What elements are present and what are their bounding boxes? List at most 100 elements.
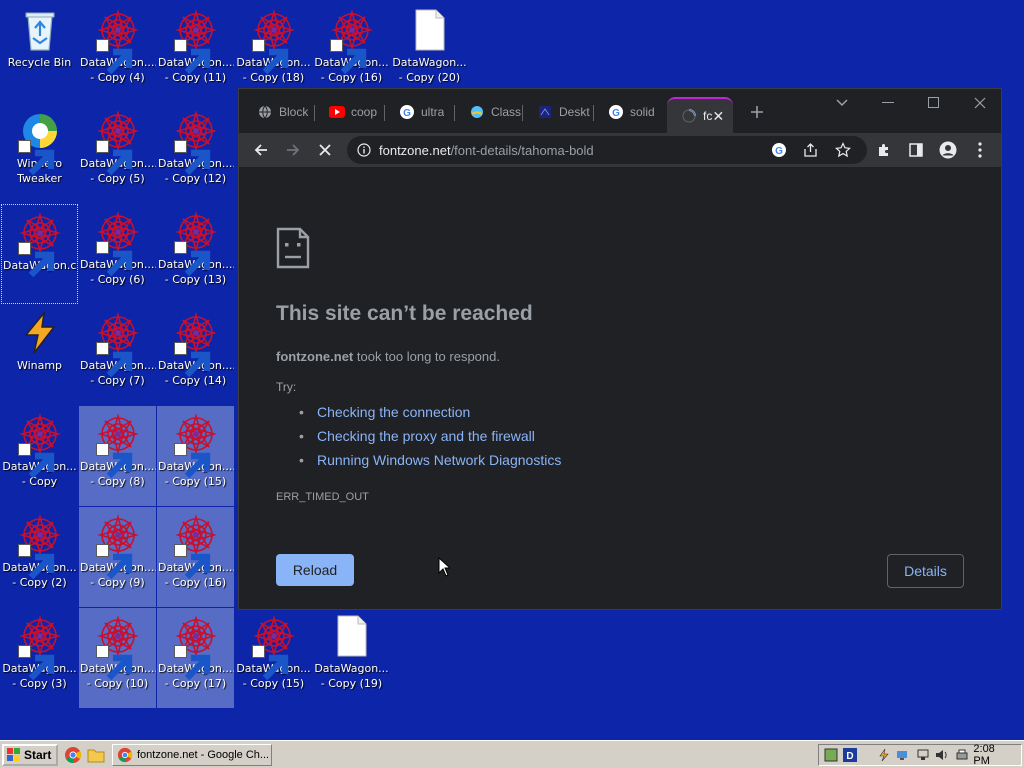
desktop-icon-datawagon-copy-6[interactable]: DataWagon.... - Copy (6) — [79, 204, 156, 304]
tab-title: Class — [491, 105, 521, 119]
datawagon-icon — [173, 614, 218, 681]
desktop-icon-datawagon-copy-3[interactable]: DataWagon... - Copy (3) — [1, 608, 78, 708]
new-tab-button[interactable] — [743, 97, 771, 127]
datawagon-icon — [17, 513, 62, 580]
close-window-button[interactable] — [957, 89, 1003, 117]
datawagon-icon — [173, 210, 218, 277]
shortcut-arrow-icon — [95, 140, 132, 176]
profile-icon[interactable] — [936, 138, 960, 162]
desktop-icon-datawagon-copy-9[interactable]: DataWagon.... - Copy (9) — [79, 507, 156, 607]
datawagon-icon — [95, 210, 140, 277]
desktop-icon-datawagon-copy[interactable]: DataWagon... - Copy — [1, 406, 78, 506]
desktop-icon-datawagon-copy-7[interactable]: DataWagon.... - Copy (7) — [79, 305, 156, 405]
datawagon-icon — [251, 614, 296, 681]
tab-ultra[interactable]: Gultra — [385, 97, 453, 127]
desktop-icon-datawagon-copy-16-b[interactable]: DataWagon... - Copy (16) ... — [313, 2, 390, 102]
menu-icon[interactable] — [968, 138, 992, 162]
desktop-icon-datawagon-copy-19[interactable]: DataWagon... - Copy (19) ... — [313, 608, 390, 708]
minimize-button[interactable] — [865, 89, 911, 117]
desktop-icon-datawagon-com[interactable]: DataWagon.com — [1, 204, 78, 304]
tray-app-icon[interactable] — [823, 747, 838, 763]
desktop-icon-datawagon-copy-2[interactable]: DataWagon... - Copy (2) — [1, 507, 78, 607]
desktop-icon-label: DataWagon... - Copy (19) ... — [314, 662, 389, 693]
desktop-icon-datawagon-copy-12[interactable]: DataWagon.... - Copy (12) — [157, 103, 234, 203]
tab-solid[interactable]: Gsolid — [594, 97, 665, 127]
address-bar[interactable]: fontzone.net/font-details/tahoma-bold G — [347, 136, 867, 164]
desktop-icon-datawagon-copy-17[interactable]: DataWagon.... - Copy (17) — [157, 608, 234, 708]
back-button[interactable] — [249, 138, 273, 162]
tray-connection-icon[interactable] — [915, 747, 930, 763]
details-button[interactable]: Details — [887, 554, 964, 588]
desktop-icon-datawagon-copy-10[interactable]: DataWagon.... - Copy (10) — [79, 608, 156, 708]
tray-d-icon[interactable]: D — [842, 747, 858, 763]
extensions-icon[interactable] — [872, 138, 896, 162]
forward-button[interactable] — [281, 138, 305, 162]
desktop-icon-datawagon-copy-15[interactable]: DataWagon.... - Copy (15) — [157, 406, 234, 506]
tab-title: solid — [630, 105, 655, 119]
shortcut-arrow-icon — [173, 645, 210, 681]
datawagon-icon — [17, 614, 62, 681]
desktop-icon-datawagon-copy-16[interactable]: DataWagon.... - Copy (16) — [157, 507, 234, 607]
suggestion-check-proxy[interactable]: Checking the proxy and the firewall — [299, 428, 561, 452]
desktop-icon-datawagon-copy-13[interactable]: DataWagon.... - Copy (13) — [157, 204, 234, 304]
desktop-icon-datawagon-copy-20[interactable]: DataWagon... - Copy (20) ... — [391, 2, 468, 102]
start-button[interactable]: Start — [2, 744, 58, 766]
desktop-icon-label: Winamp — [16, 359, 63, 372]
tab-coop[interactable]: coop — [315, 97, 383, 127]
folder-quicklaunch-icon[interactable] — [87, 746, 105, 764]
svg-text:G: G — [775, 146, 783, 157]
shortcut-arrow-icon — [173, 443, 210, 479]
chrome-quicklaunch-icon[interactable] — [64, 746, 82, 764]
share-icon[interactable] — [803, 142, 819, 158]
desktop-icon-datawagon-copy-18[interactable]: DataWagon... - Copy (18) — [235, 2, 312, 102]
reload-button[interactable]: Reload — [276, 554, 354, 586]
tray-volume-icon[interactable] — [934, 747, 949, 763]
shortcut-arrow-icon — [173, 39, 210, 75]
desktop-icon-datawagon-copy-5[interactable]: DataWagon.... - Copy (5) — [79, 103, 156, 203]
svg-text:G: G — [612, 108, 620, 119]
datawagon-icon — [173, 8, 218, 75]
desktop-icon-datawagon-copy-8[interactable]: DataWagon.... - Copy (8) — [79, 406, 156, 506]
tab-deskt[interactable]: Deskt — [523, 97, 592, 127]
clock: 2:08 PM — [973, 743, 995, 767]
datawagon-icon — [173, 412, 218, 479]
tab-title: ultra — [421, 105, 445, 119]
sad-page-icon — [276, 227, 310, 269]
tab-search-icon[interactable] — [819, 89, 865, 117]
maximize-button[interactable] — [911, 89, 957, 117]
shortcut-arrow-icon — [173, 342, 210, 378]
shortcut-arrow-icon — [17, 645, 54, 681]
tab-class[interactable]: Class — [455, 97, 521, 127]
desktop-icon-datawagon-copy-11[interactable]: DataWagon.... - Copy (11) — [157, 2, 234, 102]
info-icon[interactable] — [357, 143, 371, 157]
side-panel-icon[interactable] — [904, 138, 928, 162]
desktop-icon-datawagon-copy-15-b[interactable]: DataWagon... - Copy (15) ... — [235, 608, 312, 708]
suggestion-network-diagnostics[interactable]: Running Windows Network Diagnostics — [299, 452, 561, 476]
google-lens-icon[interactable]: G — [771, 142, 787, 158]
tray-network-icon[interactable] — [895, 747, 910, 763]
desktop-icon-winaero-tweaker[interactable]: Winaero Tweaker — [1, 103, 78, 203]
shortcut-arrow-icon — [17, 140, 54, 176]
plus-icon — [751, 106, 763, 118]
desktop-icon-datawagon-copy-14[interactable]: DataWagon.... - Copy (14) — [157, 305, 234, 405]
error-host: fontzone.net — [276, 349, 354, 364]
suggestion-check-connection[interactable]: Checking the connection — [299, 404, 561, 428]
close-tab-icon[interactable]: ✕ — [712, 108, 725, 125]
error-code: ERR_TIMED_OUT — [276, 491, 369, 503]
tab-title: coop — [351, 105, 378, 119]
tab-block[interactable]: Block — [243, 97, 313, 127]
tray-winamp-icon[interactable] — [876, 747, 891, 763]
chrome-icon — [117, 747, 133, 763]
desktop-icon-datawagon-copy-4[interactable]: DataWagon.... - Copy (4) — [79, 2, 156, 102]
desktop-icon-recycle-bin[interactable]: Recycle Bin — [1, 2, 78, 102]
google-icon: G — [399, 104, 415, 120]
shortcut-arrow-icon — [95, 241, 132, 277]
try-label: Try: — [276, 380, 297, 394]
bookmark-star-icon[interactable] — [835, 142, 851, 158]
tab-fc[interactable]: fc ✕ — [667, 97, 733, 133]
desktop-icon-winamp[interactable]: Winamp — [1, 305, 78, 405]
error-page: This site can’t be reached fontzone.net … — [239, 167, 1001, 609]
tray-print-icon[interactable] — [954, 747, 969, 763]
stop-loading-button[interactable] — [313, 138, 337, 162]
taskbar-chrome-window[interactable]: fontzone.net - Google Ch... — [112, 744, 272, 766]
